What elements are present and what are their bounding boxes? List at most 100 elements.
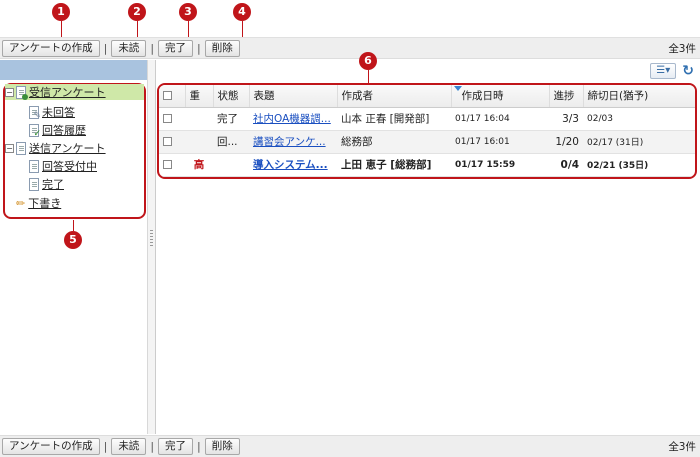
- top-toolbar: アンケートの作成 | 未読 | 完了 | 削除 全3件: [0, 37, 700, 59]
- creator-cell: 上田 恵子 [総務部]: [337, 153, 451, 177]
- received-survey-icon: [16, 85, 28, 100]
- progress-cell: 1/20: [549, 130, 583, 154]
- pane-splitter[interactable]: [148, 60, 156, 434]
- callout-5-line: [73, 220, 74, 231]
- toolbar-separator: |: [103, 41, 108, 55]
- tree-item-drafts[interactable]: ✏ 下書き: [16, 195, 61, 211]
- table-row[interactable]: 回... 講習会アンケ... 総務部 01/17 16:01 1/20 02/1…: [159, 130, 695, 154]
- tree-item-completed[interactable]: 完了: [29, 176, 64, 192]
- tree-item-label: 回答履歴: [42, 124, 86, 137]
- tree-item-received[interactable]: − 受信アンケート: [5, 84, 144, 100]
- toolbar-separator: |: [103, 440, 108, 453]
- priority-cell: [185, 107, 213, 131]
- mark-unread-button[interactable]: 未読: [111, 438, 147, 455]
- list-tools: ☰▾ ↻: [650, 63, 694, 79]
- callout-3: 3: [179, 3, 197, 21]
- priority-cell: [185, 130, 213, 154]
- callout-2-line: [137, 21, 138, 37]
- tree-item-label: 受信アンケート: [29, 86, 106, 99]
- toolbar-separator: |: [150, 440, 155, 453]
- callout-6: 6: [359, 52, 377, 70]
- create-survey-button[interactable]: アンケートの作成: [2, 438, 100, 455]
- column-header-title[interactable]: 表題: [249, 85, 338, 108]
- sent-survey-icon: [16, 141, 26, 155]
- status-cell: 回...: [213, 130, 249, 154]
- column-header-priority[interactable]: 重: [185, 85, 214, 108]
- creator-cell: 山本 正春 [開発部]: [337, 107, 451, 131]
- tree-item-label: 未回答: [42, 106, 75, 119]
- callout-2: 2: [128, 3, 146, 21]
- table-row[interactable]: 高 導入システム... 上田 恵子 [総務部] 01/17 15:59 0/4 …: [159, 153, 695, 177]
- created-cell: 01/17 16:01: [451, 130, 549, 154]
- bottom-toolbar: アンケートの作成 | 未読 | 完了 | 削除 全3件: [0, 435, 700, 457]
- select-all-checkbox[interactable]: [163, 91, 172, 101]
- splitter-grip-icon: [150, 230, 153, 246]
- table-row[interactable]: 完了 社内OA機器調... 山本 正春 [開発部] 01/17 16:04 3/…: [159, 107, 695, 131]
- folder-pane-header: [0, 60, 147, 80]
- row-checkbox[interactable]: [163, 114, 172, 123]
- deadline-cell: 02/21 (35日): [583, 153, 695, 177]
- item-count: 全3件: [668, 42, 696, 55]
- toolbar-separator: |: [150, 41, 155, 55]
- callout-1-line: [61, 21, 62, 37]
- survey-title-link[interactable]: 導入システム...: [253, 159, 328, 171]
- callout-4-line: [242, 21, 243, 37]
- document-icon: [29, 159, 39, 173]
- answered-check-icon: ✓: [29, 123, 41, 138]
- table-header-row: 重 状態 表題 作成者 作成日時 進捗 締切日(猶予): [159, 85, 695, 108]
- column-header-label: 作成日時: [461, 90, 504, 103]
- column-header-creator[interactable]: 作成者: [337, 85, 452, 108]
- refresh-icon[interactable]: ↻: [682, 63, 694, 79]
- deadline-cell: 02/17 (31日): [583, 130, 695, 154]
- created-cell: 01/17 15:59: [451, 153, 549, 177]
- callout-3-line: [188, 21, 189, 37]
- item-count: 全3件: [668, 441, 696, 453]
- tree-item-accepting[interactable]: 回答受付中: [29, 158, 97, 174]
- select-all-cell[interactable]: [159, 85, 186, 108]
- pencil-icon: ✏: [16, 196, 26, 210]
- mark-unread-button[interactable]: 未読: [111, 39, 147, 57]
- complete-button[interactable]: 完了: [158, 39, 194, 57]
- deadline-cell: 02/03: [583, 107, 695, 131]
- tree-item-label: 完了: [42, 178, 64, 191]
- collapse-icon[interactable]: −: [5, 143, 14, 153]
- sort-desc-icon: [453, 86, 462, 91]
- status-cell: 完了: [213, 107, 249, 131]
- created-cell: 01/17 16:04: [451, 107, 549, 131]
- row-checkbox[interactable]: [163, 137, 172, 146]
- column-header-progress[interactable]: 進捗: [549, 85, 584, 108]
- create-survey-button[interactable]: アンケートの作成: [2, 39, 100, 57]
- delete-button[interactable]: 削除: [204, 39, 240, 57]
- toolbar-separator: |: [197, 41, 201, 55]
- progress-cell: 0/4: [549, 153, 583, 177]
- priority-cell: 高: [185, 153, 213, 177]
- callout-4: 4: [233, 3, 251, 21]
- progress-cell: 3/3: [549, 107, 583, 131]
- row-checkbox[interactable]: [163, 160, 172, 169]
- survey-title-link[interactable]: 社内OA機器調...: [253, 113, 331, 125]
- column-header-status[interactable]: 状態: [213, 85, 250, 108]
- complete-button[interactable]: 完了: [158, 438, 194, 455]
- tree-item-sent[interactable]: − 送信アンケート: [5, 140, 106, 156]
- tree-item-label: 送信アンケート: [29, 142, 106, 155]
- toolbar-separator: |: [197, 440, 201, 453]
- survey-list: 重 状態 表題 作成者 作成日時 進捗 締切日(猶予) 完了 社内OA機器調..…: [157, 83, 697, 179]
- tree-item-label: 下書き: [28, 197, 62, 210]
- survey-table: 重 状態 表題 作成者 作成日時 進捗 締切日(猶予) 完了 社内OA機器調..…: [159, 85, 695, 177]
- creator-cell: 総務部: [337, 130, 451, 154]
- tree-item-unanswered[interactable]: ✎ 未回答: [29, 104, 75, 120]
- delete-button[interactable]: 削除: [204, 438, 240, 455]
- collapse-icon[interactable]: −: [5, 87, 14, 97]
- unanswered-icon: ✎: [29, 105, 41, 120]
- tree-item-label: 回答受付中: [42, 160, 97, 173]
- column-header-deadline[interactable]: 締切日(猶予): [583, 85, 695, 108]
- document-icon: [29, 177, 39, 191]
- callout-5: 5: [64, 231, 82, 249]
- callout-6-line: [368, 70, 369, 83]
- tree-item-answer-history[interactable]: ✓ 回答履歴: [29, 122, 86, 138]
- column-header-created[interactable]: 作成日時: [451, 85, 550, 108]
- survey-title-link[interactable]: 講習会アンケ...: [253, 136, 326, 148]
- callout-1: 1: [52, 3, 70, 21]
- status-cell: [213, 153, 249, 177]
- list-view-menu-icon[interactable]: ☰▾: [650, 63, 677, 79]
